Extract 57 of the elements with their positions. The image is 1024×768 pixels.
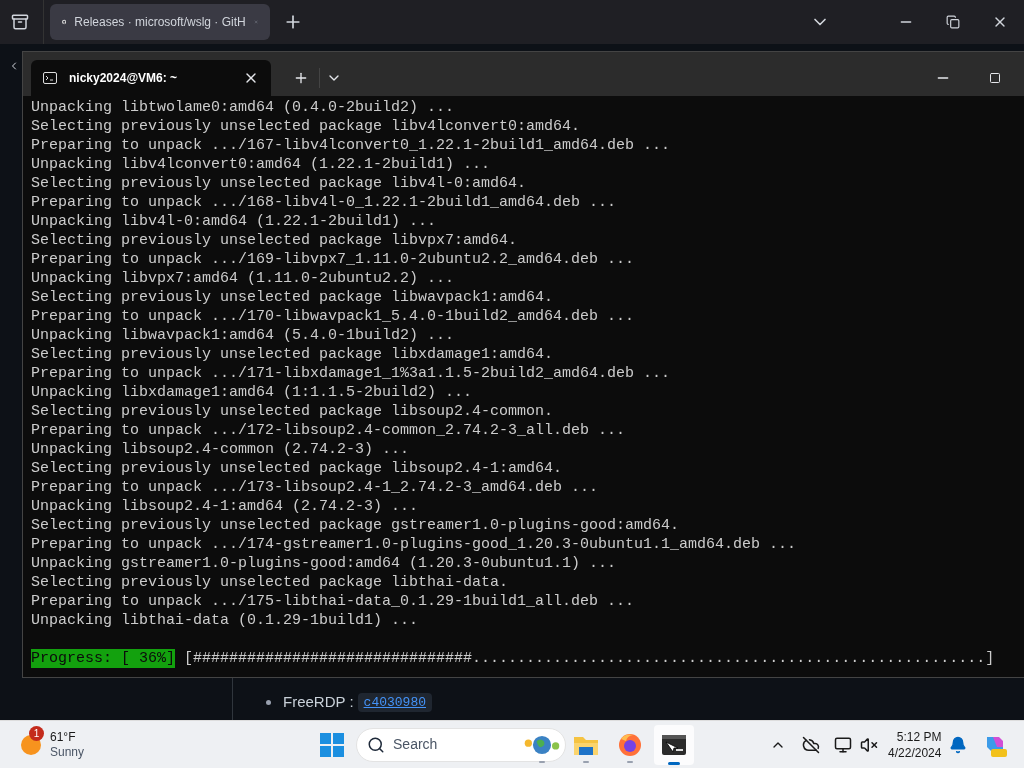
- tab-actions-icon[interactable]: [11, 13, 29, 31]
- terminal-line: Preparing to unpack .../169-libvpx7_1.11.0-2ubuntu2.2_amd64.deb ...: [31, 250, 636, 269]
- terminal-line: Selecting previously unselected package libthai-data.: [31, 573, 510, 592]
- terminal-line: Unpacking libtwolame0:amd64 (0.4.0-2build2) ...: [31, 98, 456, 117]
- terminal-line: Preparing to unpack .../174-gstreamer1.0-plugins-good_1.20.3-0ubuntu1.1_amd64.deb ...: [31, 535, 798, 554]
- progress-bar-text: [###############################.........................................................]: [184, 649, 995, 668]
- weather-condition: Sunny: [50, 744, 85, 760]
- terminal-line: Unpacking libsoup2.4-common (2.74.2-3) ...: [31, 440, 411, 459]
- bell-icon[interactable]: [949, 735, 968, 754]
- terminal-line: Preparing to unpack .../168-libv4l-0_1.22.1-2build1_amd64.deb ...: [31, 193, 618, 212]
- terminal-line: Selecting previously unselected package libxdamage1:amd64.: [31, 345, 555, 364]
- terminal-tab[interactable]: nicky2024@VM6: ~: [31, 60, 271, 96]
- terminal-line: Unpacking libthai-data (0.1.29-1build1) ...: [31, 611, 420, 630]
- terminal-line: Selecting previously unselected package libsoup2.4-1:amd64.: [31, 459, 564, 478]
- restore-icon[interactable]: [946, 15, 960, 29]
- new-tab-icon[interactable]: [293, 70, 309, 86]
- terminal-icon: [662, 734, 687, 755]
- cloud-off-icon[interactable]: [802, 735, 821, 754]
- terminal-line: Preparing to unpack .../173-libsoup2.4-1_2.74.2-3_amd64.deb ...: [31, 478, 600, 497]
- terminal-line: Preparing to unpack .../175-libthai-data_0.1.29-1build1_all.deb ...: [31, 592, 636, 611]
- console-icon: [43, 72, 57, 84]
- tab-title: nicky2024@VM6: ~: [69, 70, 178, 87]
- start-icon[interactable]: [320, 732, 345, 757]
- clock-date[interactable]: 4/22/2024: [888, 744, 942, 761]
- component-name: FreeRDP :: [283, 692, 354, 712]
- terminal-line: Preparing to unpack .../170-libwavpack1_5.4.0-1build2_amd64.deb ...: [31, 307, 636, 326]
- terminal-line: Selecting previously unselected package libvpx7:amd64.: [31, 231, 519, 250]
- terminal-line: Preparing to unpack .../167-libv4lconvert0_1.22.1-2build1_amd64.deb ...: [31, 136, 672, 155]
- maximize-icon[interactable]: [989, 72, 1001, 84]
- terminal-line: Unpacking libv4lconvert0:amd64 (1.22.1-2build1) ...: [31, 155, 492, 174]
- terminal-line: Unpacking libvpx7:amd64 (1.11.0-2ubuntu2.2) ...: [31, 269, 456, 288]
- monitor-icon[interactable]: [834, 735, 853, 754]
- taskbar-app[interactable]: [654, 724, 695, 765]
- terminal-line: Unpacking libwavpack1:amd64 (5.4.0-1build2) ...: [31, 326, 456, 345]
- terminal-line: Selecting previously unselected package libsoup2.4-common.: [31, 402, 555, 421]
- terminal-line: Unpacking libsoup2.4-1:amd64 (2.74.2-3) ...: [31, 497, 420, 516]
- temperature: 61°F: [50, 729, 77, 745]
- progress-label: Progress: [ 36%]: [31, 649, 176, 668]
- firefox-icon: [618, 732, 643, 757]
- volume-muted-icon[interactable]: [860, 735, 879, 754]
- bullet-icon: [266, 699, 271, 705]
- terminal-line: Unpacking libv4l-0:amd64 (1.22.1-2build1) ...: [31, 212, 438, 231]
- commit-link[interactable]: c4030980: [357, 692, 432, 712]
- terminal-line: Selecting previously unselected package libv4l-0:amd64.: [31, 174, 528, 193]
- terminal-line: Selecting previously unselected package libwavpack1:amd64.: [31, 288, 555, 307]
- search-icon: [367, 735, 386, 754]
- tab-title: Releases · microsoft/wslg · GitH: [74, 14, 246, 31]
- terminal-line: Preparing to unpack .../171-libxdamage1_1%3a1.1.5-2build2_amd64.deb ...: [31, 364, 672, 383]
- browser-tab[interactable]: Releases · microsoft/wslg · GitH: [50, 4, 270, 40]
- terminal-line: Selecting previously unselected package gstreamer1.0-plugins-good:amd64.: [31, 516, 681, 535]
- notification-badge: 1: [29, 725, 44, 741]
- clock-time[interactable]: 5:12 PM: [896, 728, 942, 745]
- terminal-line: Unpacking gstreamer1.0-plugins-good:amd64 (1.20.3-0ubuntu1.1) ...: [31, 554, 618, 573]
- terminal-line: Preparing to unpack .../172-libsoup2.4-common_2.74.2-3_all.deb ...: [31, 421, 627, 440]
- terminal-line: Unpacking libxdamage1:amd64 (1:1.1.5-2build2) ...: [31, 383, 474, 402]
- terminal-line: Selecting previously unselected package libv4lconvert0:amd64.: [31, 117, 582, 136]
- search-placeholder: Search: [393, 735, 438, 754]
